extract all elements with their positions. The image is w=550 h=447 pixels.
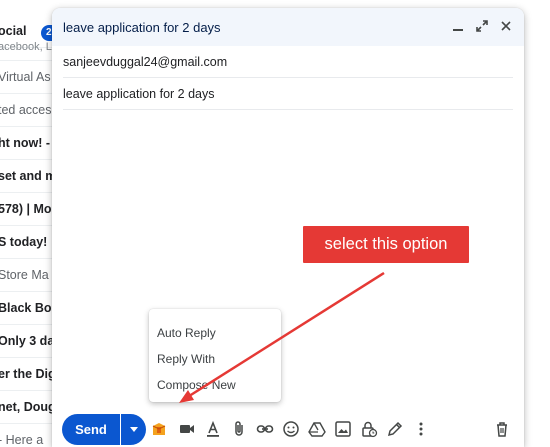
inbox-row[interactable]: - Here a [0,424,60,447]
annotation-callout: select this option [303,226,469,263]
inbox-row-text: acebook, Lin [0,40,60,53]
send-button[interactable]: Send [62,414,120,445]
minimize-icon[interactable] [450,17,466,35]
inbox-row[interactable]: er the Dig [0,358,60,391]
inbox-row-text: net, Doug [0,400,56,414]
photo-icon[interactable] [333,418,353,440]
inbox-row-text: set and m [0,169,57,183]
inbox-row-text: Virtual As [0,70,51,84]
menu-item-compose-new[interactable]: Compose New [149,372,281,398]
inbox-row[interactable]: Virtual As [0,61,60,94]
drive-icon[interactable] [307,418,327,440]
inbox-row[interactable]: net, Doug [0,391,60,424]
addon-dropdown-menu: Auto Reply Reply With Compose New [149,309,281,402]
inbox-row[interactable]: ht now! - [0,127,60,160]
link-icon[interactable] [255,418,275,440]
inbox-row[interactable]: acebook, Lin [0,33,60,61]
video-icon[interactable] [177,418,197,440]
inbox-row[interactable]: ted acces [0,94,60,127]
chevron-down-icon [129,427,138,432]
inbox-row-text: er the Dig [0,367,56,381]
inbox-row-text: ted acces [0,103,52,117]
inbox-row-text: Black Boo [0,301,60,315]
inbox-row[interactable]: Only 3 da [0,325,60,358]
inbox-row-text: 578) | Mo [0,202,52,216]
subject-field[interactable]: leave application for 2 days [63,78,513,110]
text-format-icon[interactable] [203,418,223,440]
inbox-row-text: ht now! - [0,136,51,150]
inbox-row-text: S today! [0,235,48,249]
inbox-row[interactable]: Black Boo [0,292,60,325]
close-icon[interactable] [498,17,514,35]
trash-icon[interactable] [492,418,512,440]
signature-icon[interactable] [385,418,405,440]
addon-icon[interactable] [149,418,169,440]
more-vert-icon[interactable] [411,418,431,440]
send-options-button[interactable] [121,414,146,445]
menu-item-auto-reply[interactable]: Auto Reply [149,320,281,346]
compose-title: leave application for 2 days [63,19,221,35]
inbox-row-text: Store Ma [0,268,49,282]
lock-clock-icon[interactable] [359,418,379,440]
inbox-row-text: - Here a [0,433,44,447]
expand-icon[interactable] [474,17,490,35]
recipients-field[interactable]: sanjeevduggal24@gmail.com [63,46,513,78]
subject-text: leave application for 2 days [63,86,215,101]
emoji-icon[interactable] [281,418,301,440]
compose-header[interactable]: leave application for 2 days [52,8,524,46]
menu-item-reply-with[interactable]: Reply With [149,346,281,372]
recipient-email: sanjeevduggal24@gmail.com [63,54,228,69]
inbox-row-text: Only 3 da [0,334,55,348]
inbox-row[interactable]: S today! [0,226,60,259]
inbox-list-background: ocial 21 n acebook, Lin Virtual As ted a… [0,0,60,447]
message-body[interactable] [63,112,513,302]
inbox-row[interactable]: set and m [0,160,60,193]
attach-icon[interactable] [229,418,249,440]
inbox-row[interactable]: Store Ma [0,259,60,292]
inbox-row[interactable]: 578) | Mo [0,193,60,226]
